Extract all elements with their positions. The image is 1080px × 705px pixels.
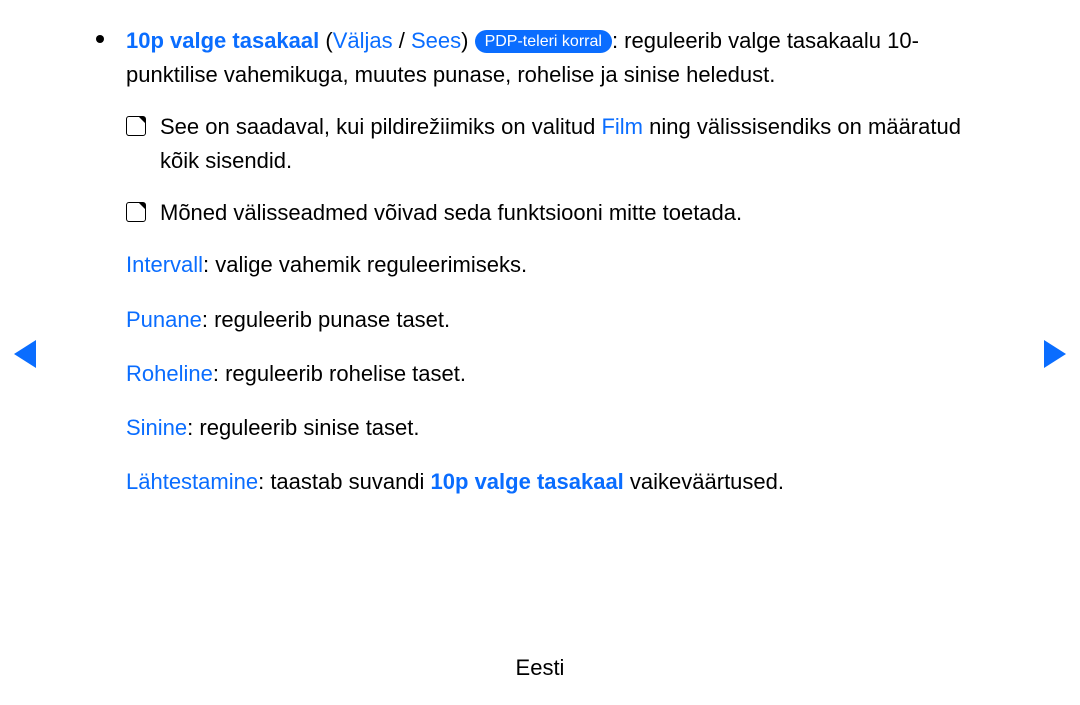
def-label: Intervall: [126, 252, 203, 277]
feature-title: 10p valge tasakaal: [126, 28, 319, 53]
def-text: : reguleerib rohelise taset.: [213, 361, 466, 386]
def-label: Punane: [126, 307, 202, 332]
footer-language: Eesti: [0, 655, 1080, 681]
note-icon: [126, 116, 146, 136]
bullet-text: 10p valge tasakaal (Väljas / Sees) PDP-t…: [126, 24, 984, 92]
nav-next-arrow[interactable]: [1044, 340, 1066, 368]
reset-mid: : taastab suvandi: [258, 469, 430, 494]
def-label: Roheline: [126, 361, 213, 386]
def-text: : reguleerib punase taset.: [202, 307, 450, 332]
note-term: Film: [601, 114, 643, 139]
paren-open: (: [319, 28, 332, 53]
option-on: Sees: [411, 28, 461, 53]
reset-post: vaikeväärtused.: [624, 469, 784, 494]
option-off: Väljas: [333, 28, 393, 53]
def-text: : reguleerib sinise taset.: [187, 415, 419, 440]
bullet-item: 10p valge tasakaal (Väljas / Sees) PDP-t…: [96, 24, 984, 92]
def-sinine: Sinine: reguleerib sinise taset.: [126, 411, 984, 445]
nav-prev-arrow[interactable]: [14, 340, 36, 368]
def-reset: Lähtestamine: taastab suvandi 10p valge …: [126, 465, 984, 499]
note-item: Mõned välisseadmed võivad seda funktsioo…: [126, 196, 984, 230]
def-text: : valige vahemik reguleerimiseks.: [203, 252, 527, 277]
bullet-icon: [96, 35, 104, 43]
note-pre: See on saadaval, kui pildirežiimiks on v…: [160, 114, 601, 139]
note-pre: Mõned välisseadmed võivad seda funktsioo…: [160, 200, 742, 225]
def-punane: Punane: reguleerib punase taset.: [126, 303, 984, 337]
def-label: Sinine: [126, 415, 187, 440]
reset-label: Lähtestamine: [126, 469, 258, 494]
note-text: See on saadaval, kui pildirežiimiks on v…: [160, 110, 984, 178]
note-text: Mõned välisseadmed võivad seda funktsioo…: [160, 196, 742, 230]
footer-text: Eesti: [516, 655, 565, 680]
slash: /: [393, 28, 411, 53]
def-intervall: Intervall: valige vahemik reguleerimisek…: [126, 248, 984, 282]
paren-close: ): [461, 28, 474, 53]
note-icon: [126, 202, 146, 222]
page-content: 10p valge tasakaal (Väljas / Sees) PDP-t…: [96, 24, 984, 519]
pdp-badge: PDP-teleri korral: [475, 30, 612, 53]
definition-list: Intervall: valige vahemik reguleerimisek…: [126, 248, 984, 498]
reset-term: 10p valge tasakaal: [431, 469, 624, 494]
note-item: See on saadaval, kui pildirežiimiks on v…: [126, 110, 984, 178]
def-roheline: Roheline: reguleerib rohelise taset.: [126, 357, 984, 391]
